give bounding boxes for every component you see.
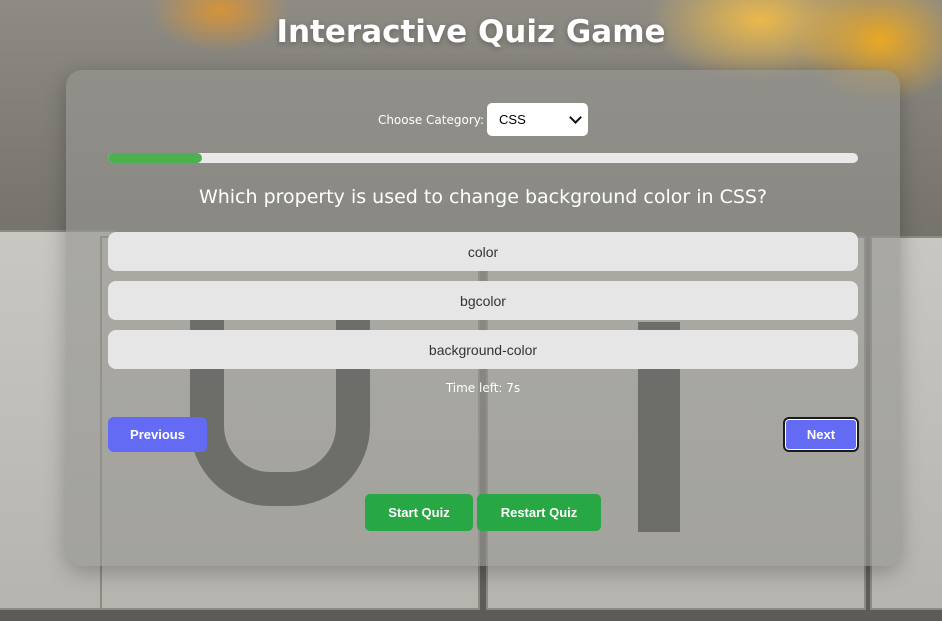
quiz-panel: Choose Category: CSS Which property is u… [66, 70, 900, 566]
timer-text: Time left: 7s [445, 381, 521, 395]
chevron-down-icon [569, 111, 582, 124]
answer-option[interactable]: bgcolor [108, 281, 858, 320]
progress-bar [108, 153, 858, 163]
restart-quiz-button[interactable]: Restart Quiz [477, 494, 601, 531]
answer-option[interactable]: color [108, 232, 858, 271]
category-select[interactable]: CSS [487, 103, 589, 136]
progress-fill [108, 153, 202, 163]
category-selected-value: CSS [499, 112, 526, 127]
start-quiz-button[interactable]: Start Quiz [365, 494, 473, 531]
page-title: Interactive Quiz Game [276, 14, 666, 50]
answer-options: color bgcolor background-color [108, 232, 858, 379]
answer-option[interactable]: background-color [108, 330, 858, 369]
previous-button[interactable]: Previous [108, 417, 207, 452]
quiz-actions: Start Quiz Restart Quiz [365, 494, 601, 531]
question-text: Which property is used to change backgro… [198, 186, 768, 208]
category-selector-row: Choose Category: CSS [66, 103, 900, 136]
category-label: Choose Category: [377, 112, 485, 127]
next-button[interactable]: Next [783, 417, 859, 452]
